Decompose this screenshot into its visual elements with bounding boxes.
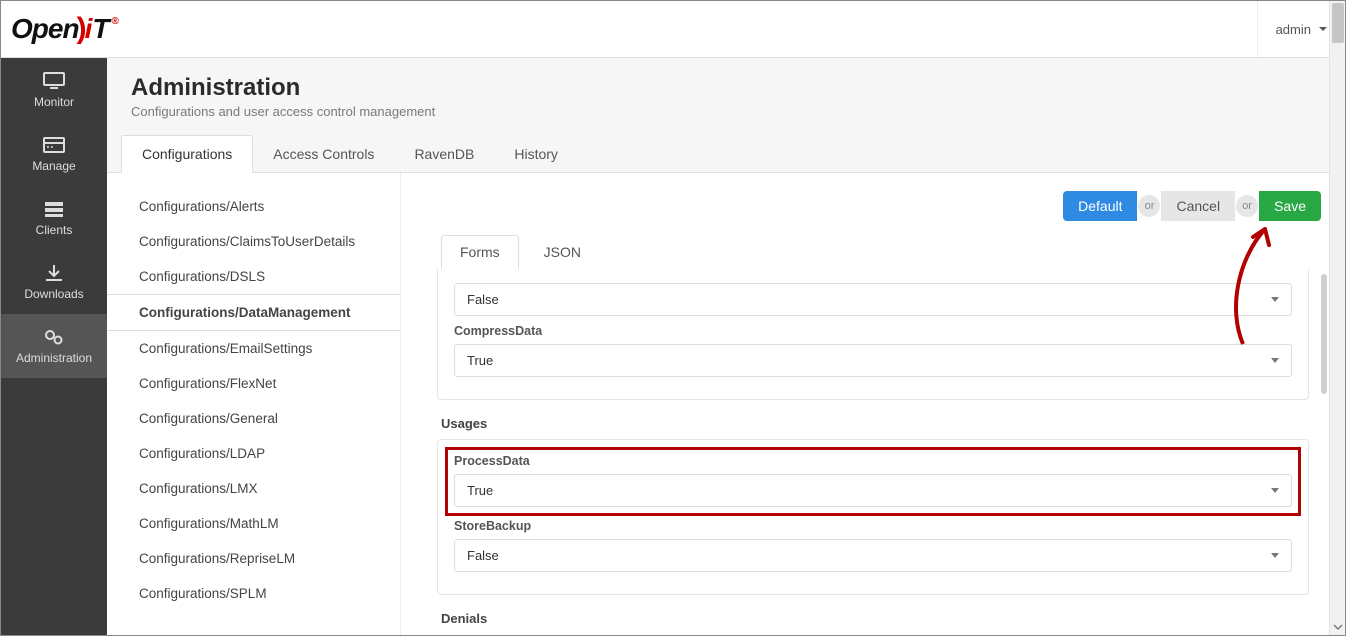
main-tabs: Configurations Access Controls RavenDB H… [107, 135, 1345, 173]
config-item[interactable]: Configurations/MathLM [107, 506, 400, 541]
field-label-processdata: ProcessData [454, 454, 1292, 468]
select-value: False [467, 548, 499, 563]
subtab-forms[interactable]: Forms [441, 235, 519, 269]
sidebar-label: Monitor [34, 95, 74, 109]
tab-history[interactable]: History [494, 136, 578, 172]
select-value: False [467, 292, 499, 307]
tab-ravendb[interactable]: RavenDB [394, 136, 494, 172]
content-panel: Configurations/Alerts Configurations/Cla… [107, 173, 1345, 635]
top-header: Open)iT® admin [1, 1, 1345, 58]
group-top: False CompressData True [437, 269, 1309, 400]
sidebar-item-manage[interactable]: Manage [1, 122, 107, 186]
config-item[interactable]: Configurations/ClaimsToUserDetails [107, 224, 400, 259]
field-label-compressdata: CompressData [454, 324, 1292, 338]
select-storebackup[interactable]: False [454, 539, 1292, 572]
chevron-down-icon [1271, 297, 1279, 302]
monitor-icon [42, 71, 66, 91]
select-compressdata[interactable]: True [454, 344, 1292, 377]
sidebar-label: Downloads [24, 287, 83, 301]
download-icon [42, 263, 66, 283]
sidebar-item-downloads[interactable]: Downloads [1, 250, 107, 314]
sidebar-item-clients[interactable]: Clients [1, 186, 107, 250]
config-editor: Default or Cancel or Save Forms JSON Fal… [401, 173, 1345, 635]
chevron-down-icon [1271, 358, 1279, 363]
default-button[interactable]: Default [1063, 191, 1137, 221]
select-value: True [467, 353, 493, 368]
caret-down-icon [1319, 27, 1327, 31]
sidebar: Monitor Manage Clients Downloads Adminis… [1, 58, 107, 635]
scrollbar-thumb[interactable] [1332, 3, 1344, 43]
sub-tabs: Forms JSON [425, 235, 1321, 269]
sidebar-label: Manage [32, 159, 75, 173]
select-processdata[interactable]: True [454, 474, 1292, 507]
section-denials: Denials [441, 611, 1309, 626]
user-menu[interactable]: admin [1257, 1, 1327, 57]
config-list[interactable]: Configurations/Alerts Configurations/Cla… [107, 173, 401, 635]
page-header: Administration Configurations and user a… [107, 58, 1345, 129]
tab-access-controls[interactable]: Access Controls [253, 136, 394, 172]
select-top[interactable]: False [454, 283, 1292, 316]
main-area: Administration Configurations and user a… [107, 58, 1345, 635]
sidebar-item-monitor[interactable]: Monitor [1, 58, 107, 122]
sidebar-item-administration[interactable]: Administration [1, 314, 107, 378]
gears-icon [42, 327, 66, 347]
page-title: Administration [131, 74, 1321, 102]
config-item[interactable]: Configurations/FlexNet [107, 366, 400, 401]
config-item[interactable]: Configurations/RepriseLM [107, 541, 400, 576]
sidebar-label: Administration [16, 351, 92, 365]
manage-icon [42, 135, 66, 155]
or-separator: or [1236, 195, 1258, 217]
chevron-down-icon [1271, 553, 1279, 558]
scroll-down-icon[interactable] [1333, 622, 1343, 632]
config-item-active[interactable]: Configurations/DataManagement [107, 294, 400, 331]
config-item[interactable]: Configurations/EmailSettings [107, 331, 400, 366]
config-item[interactable]: Configurations/Alerts [107, 189, 400, 224]
logo: Open)iT® [11, 12, 119, 46]
field-label-storebackup: StoreBackup [454, 519, 1292, 533]
tab-configurations[interactable]: Configurations [121, 135, 253, 173]
sidebar-label: Clients [36, 223, 73, 237]
config-item[interactable]: Configurations/General [107, 401, 400, 436]
form-scroll[interactable]: False CompressData True Usages ProcessDa… [425, 269, 1321, 635]
config-item[interactable]: Configurations/SPLM [107, 576, 400, 611]
group-usages: ProcessData True StoreBackup False [437, 439, 1309, 595]
page-subtitle: Configurations and user access control m… [131, 104, 1321, 119]
subtab-json[interactable]: JSON [525, 235, 600, 269]
clients-icon [42, 199, 66, 219]
or-separator: or [1138, 195, 1160, 217]
section-usages: Usages [441, 416, 1309, 431]
chevron-down-icon [1271, 488, 1279, 493]
save-button[interactable]: Save [1259, 191, 1321, 221]
config-item[interactable]: Configurations/LMX [107, 471, 400, 506]
select-value: True [467, 483, 493, 498]
config-item[interactable]: Configurations/LDAP [107, 436, 400, 471]
config-item[interactable]: Configurations/DSLS [107, 259, 400, 294]
user-label: admin [1276, 22, 1311, 37]
highlight-processdata: ProcessData True [448, 450, 1298, 513]
cancel-button[interactable]: Cancel [1161, 191, 1235, 221]
action-bar: Default or Cancel or Save [425, 191, 1321, 221]
outer-scrollbar[interactable] [1329, 1, 1345, 635]
